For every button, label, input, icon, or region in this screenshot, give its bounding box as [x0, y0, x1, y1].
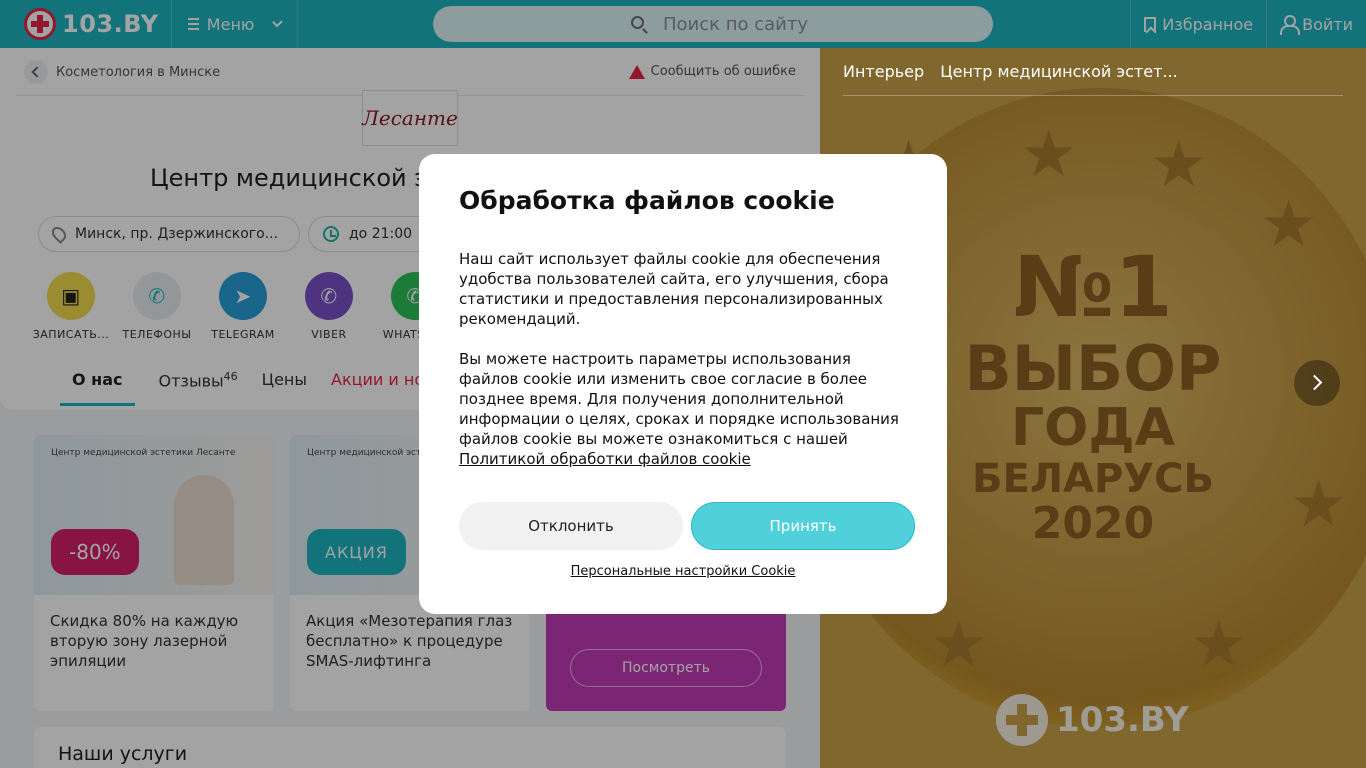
- divider: [843, 95, 1343, 96]
- next-image-button[interactable]: [1294, 360, 1340, 406]
- cookie-dialog: Обработка файлов cookie Наш сайт использ…: [419, 154, 947, 614]
- gallery-tab-interior[interactable]: Интерьер: [843, 62, 924, 81]
- cookie-title: Обработка файлов cookie: [459, 186, 835, 215]
- cookie-paragraph: Наш сайт использует файлы cookie для обе…: [459, 250, 889, 328]
- gallery-tab-center[interactable]: Центр медицинской эстет...: [940, 62, 1177, 81]
- cookie-policy-link[interactable]: Политикой обработки файлов cookie: [459, 450, 751, 468]
- decline-button[interactable]: Отклонить: [459, 502, 683, 550]
- accept-button[interactable]: Принять: [691, 502, 915, 550]
- cookie-paragraph-text: Вы можете настроить параметры использова…: [459, 350, 899, 448]
- gallery-tabs: Интерьер Центр медицинской эстет...: [843, 62, 1178, 81]
- cookie-paragraph: Вы можете настроить параметры использова…: [459, 349, 907, 469]
- personal-cookie-settings-link[interactable]: Персональные настройки Cookie: [419, 564, 947, 579]
